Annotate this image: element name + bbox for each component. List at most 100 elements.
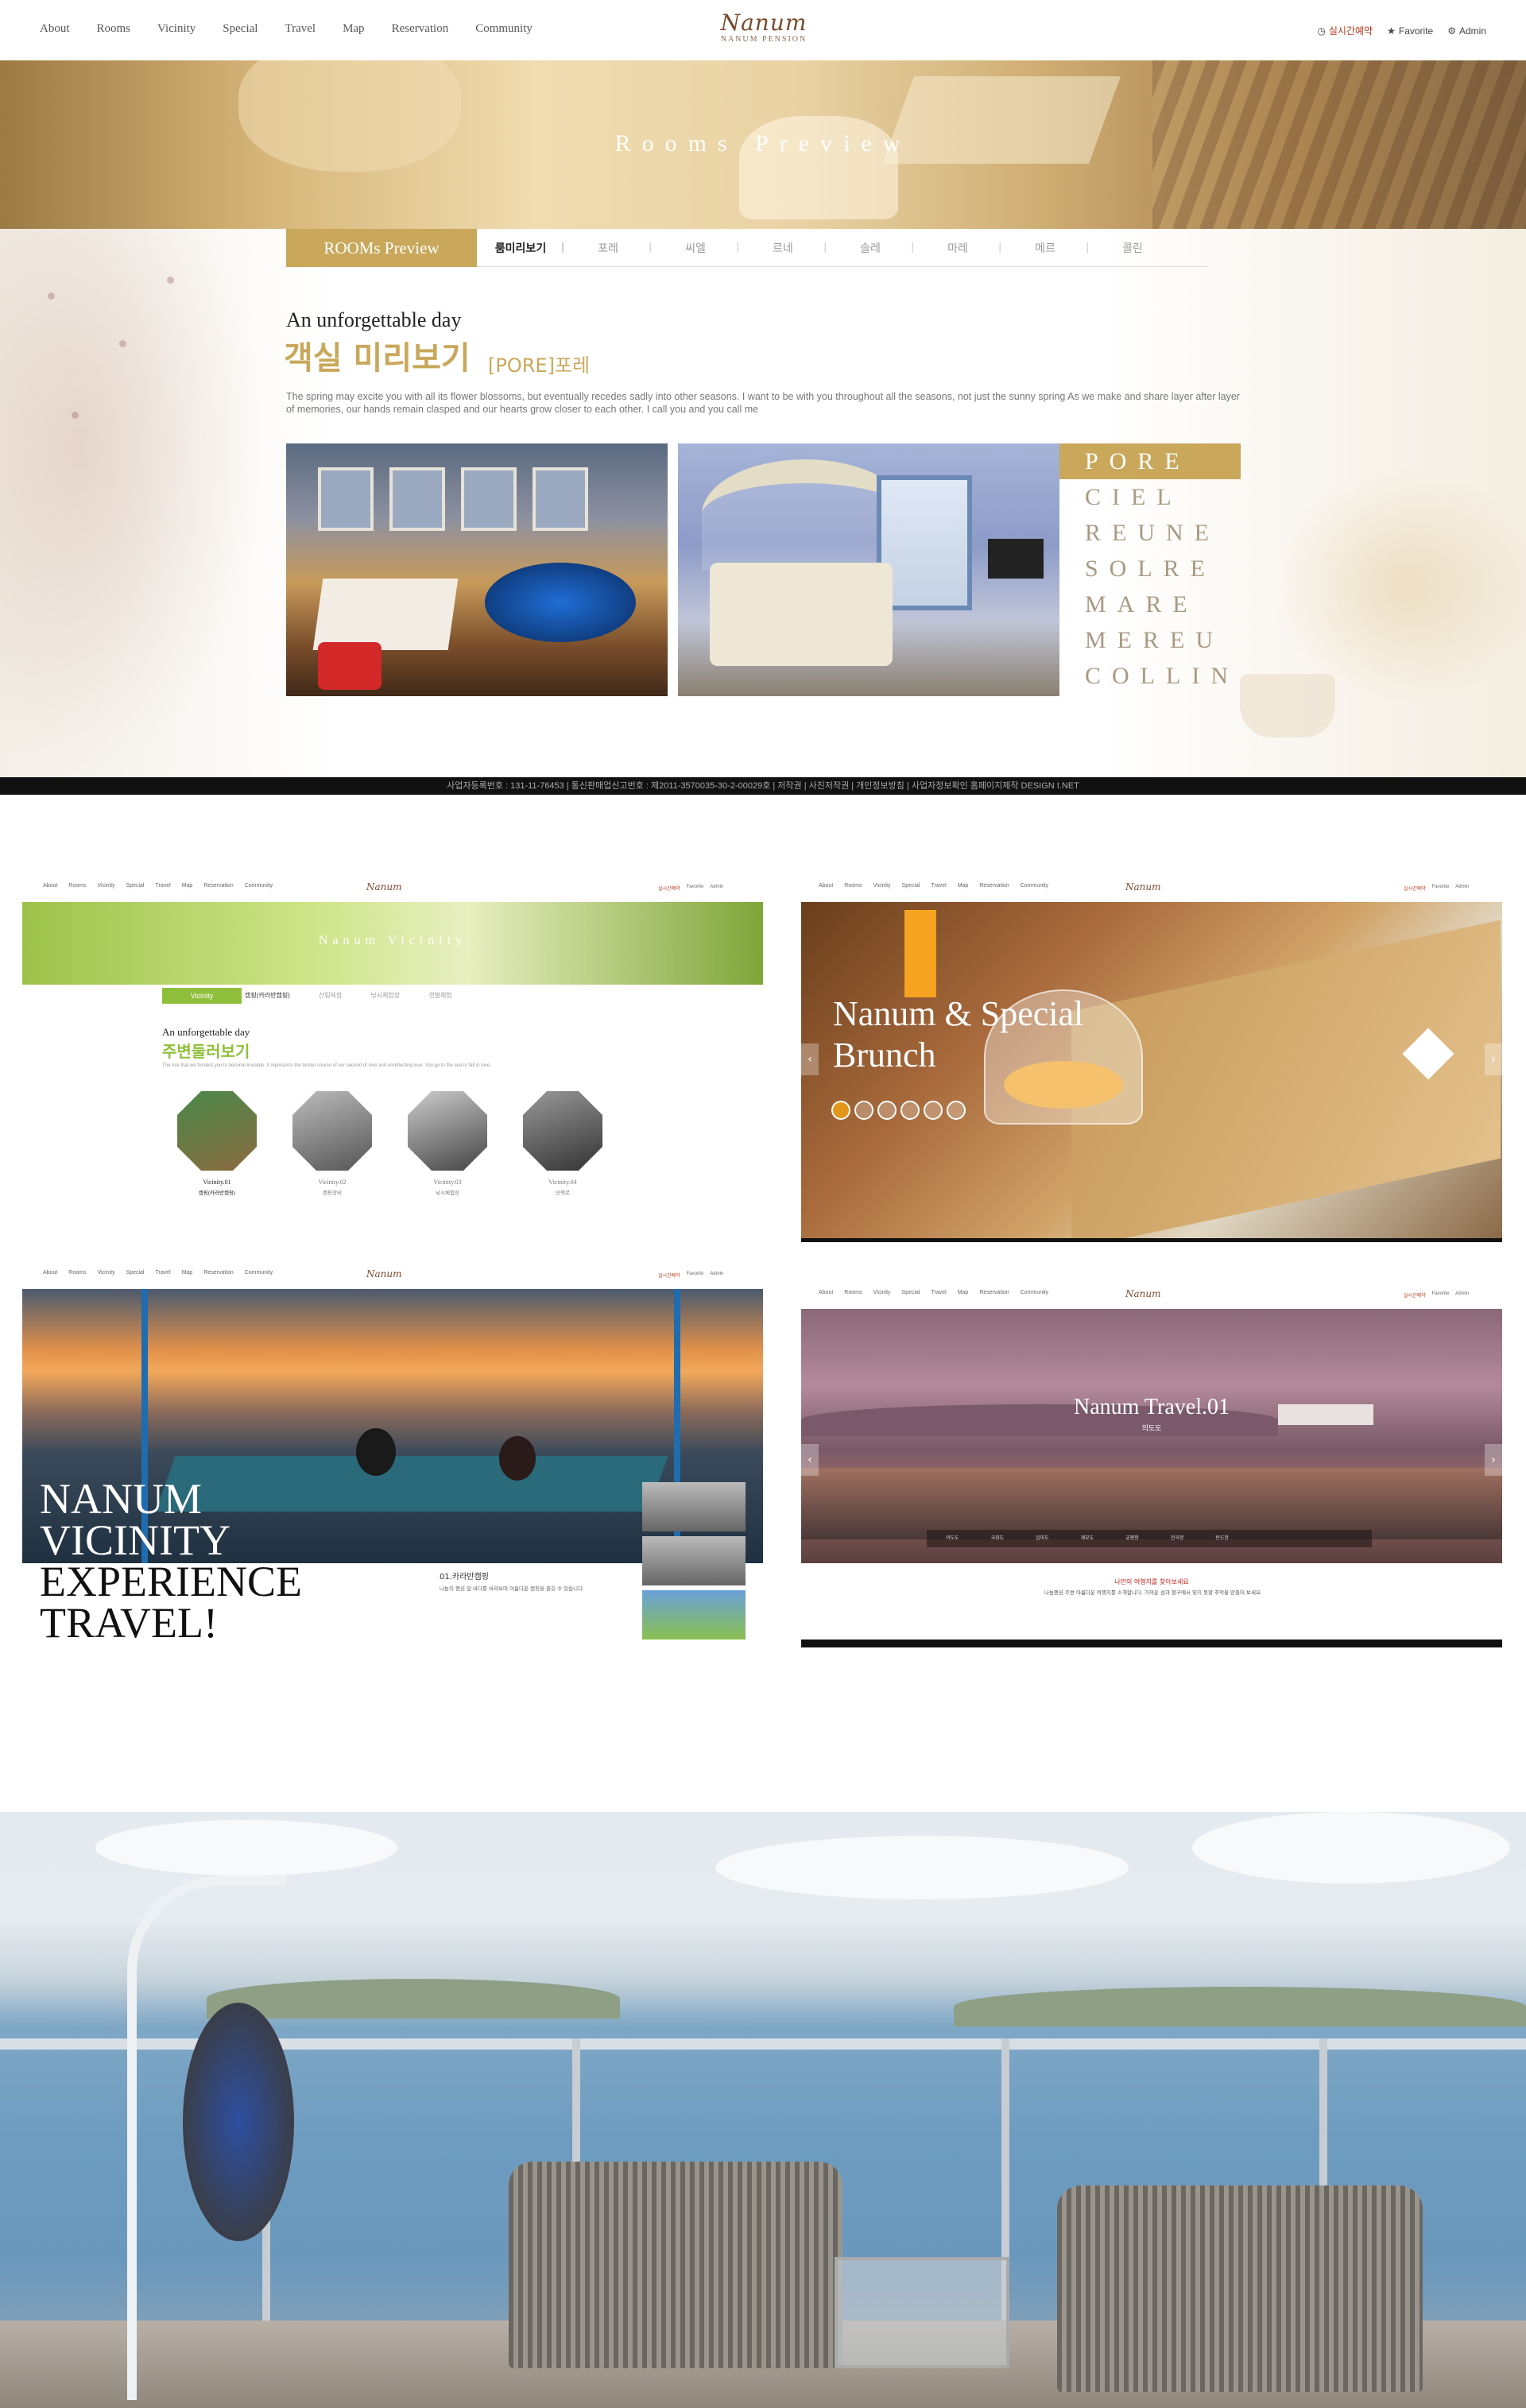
mini-reserve[interactable]: 실시간예약: [658, 885, 680, 892]
room-item-collin[interactable]: COLLIN: [1059, 658, 1241, 694]
mini-nav-item[interactable]: Community: [245, 883, 273, 888]
vicinity-tab[interactable]: Vicinity: [162, 988, 242, 1004]
nav-vicinity[interactable]: Vicinity: [157, 22, 196, 36]
next-arrow-icon[interactable]: ›: [1485, 1444, 1502, 1476]
mini-nav-item[interactable]: Special: [902, 1290, 920, 1295]
room-item-reune[interactable]: REUNE: [1059, 515, 1241, 551]
room-item-mereu[interactable]: MEREU: [1059, 622, 1241, 658]
food-icon[interactable]: [877, 1101, 897, 1120]
mini-nav-item[interactable]: Map: [958, 883, 969, 888]
vicinity-tab-item[interactable]: 산림욕장: [319, 988, 342, 1004]
mini-favorite[interactable]: Favorite: [1432, 1291, 1450, 1299]
food-icon[interactable]: [947, 1101, 966, 1120]
mini-admin[interactable]: Admin: [1455, 885, 1469, 892]
travel-nav-item[interactable]: 전곡항: [1171, 1530, 1184, 1547]
prev-arrow-icon[interactable]: ‹: [801, 1444, 819, 1476]
room-item-ciel[interactable]: CIEL: [1059, 479, 1241, 515]
travel-nav-item[interactable]: 의도도: [946, 1530, 959, 1547]
travel-nav-item[interactable]: 탄도항: [1215, 1530, 1229, 1547]
mini-nav-item[interactable]: Vicinity: [873, 1290, 890, 1295]
tab-collin[interactable]: 콜린: [1089, 240, 1176, 256]
mini-favorite[interactable]: Favorite: [687, 1272, 704, 1279]
mini-nav-item[interactable]: Travel: [931, 883, 947, 888]
mini-nav-item[interactable]: Rooms: [68, 1270, 86, 1276]
travel-nav-item[interactable]: 국화도: [991, 1530, 1005, 1547]
tab-mare[interactable]: 마레: [914, 240, 1001, 256]
tab-ciel[interactable]: 씨엘: [652, 240, 739, 256]
travel-nav-item[interactable]: 제부도: [1081, 1530, 1094, 1547]
mini-nav-item[interactable]: Rooms: [844, 1290, 862, 1295]
favorite-link[interactable]: ★ Favorite: [1387, 24, 1433, 37]
tab-preview[interactable]: 룸미리보기: [477, 240, 564, 256]
nav-travel[interactable]: Travel: [285, 22, 316, 36]
mini-reserve[interactable]: 실시간예약: [1404, 885, 1426, 892]
mini-admin[interactable]: Admin: [710, 1272, 723, 1279]
mini-nav-item[interactable]: Travel: [931, 1290, 947, 1295]
tab-mereu[interactable]: 메르: [1001, 240, 1089, 256]
mini-nav-item[interactable]: About: [43, 1270, 57, 1276]
next-arrow-icon[interactable]: ›: [1485, 1043, 1502, 1075]
mini-nav-item[interactable]: Map: [182, 1270, 193, 1276]
food-icon[interactable]: [900, 1101, 920, 1120]
nav-map[interactable]: Map: [343, 22, 365, 36]
mini-nav-item[interactable]: Community: [1021, 883, 1048, 888]
mini-admin[interactable]: Admin: [710, 885, 723, 892]
mini-nav-item[interactable]: Community: [1021, 1290, 1048, 1295]
food-icon[interactable]: [924, 1101, 943, 1120]
travel-nav-item[interactable]: 입파도: [1036, 1530, 1049, 1547]
mini-reserve[interactable]: 실시간예약: [658, 1272, 680, 1279]
mini-nav-item[interactable]: About: [43, 883, 57, 888]
nav-special[interactable]: Special: [223, 22, 258, 36]
mini-nav-item[interactable]: Reservation: [979, 1290, 1009, 1295]
mini-nav-item[interactable]: Travel: [156, 1270, 171, 1276]
mini-nav-item[interactable]: Vicinity: [97, 883, 114, 888]
nav-community[interactable]: Community: [475, 22, 533, 36]
tab-solre[interactable]: 솔레: [827, 240, 914, 256]
mini-admin[interactable]: Admin: [1455, 1291, 1469, 1299]
mini-nav-item[interactable]: Vicinity: [97, 1270, 114, 1276]
tab-reune[interactable]: 르네: [739, 240, 827, 256]
thumb-image[interactable]: [642, 1536, 746, 1585]
mini-nav-item[interactable]: Community: [245, 1270, 273, 1276]
mini-nav-item[interactable]: Reservation: [979, 883, 1009, 888]
mini-favorite[interactable]: Favorite: [1432, 885, 1450, 892]
room-item-mare[interactable]: MARE: [1059, 587, 1241, 622]
thumb-image[interactable]: [642, 1590, 746, 1640]
mini-nav-item[interactable]: Special: [126, 883, 145, 888]
vicinity-tab-item[interactable]: 갯벌체험: [428, 988, 451, 1004]
food-icon[interactable]: [854, 1101, 873, 1120]
mini-nav-item[interactable]: Map: [958, 1290, 969, 1295]
rooms-preview-tab[interactable]: ROOMs Preview: [286, 229, 477, 267]
room-photo-bedroom[interactable]: [678, 443, 1059, 696]
mini-nav-item[interactable]: About: [819, 1290, 833, 1295]
mini-nav-item[interactable]: Reservation: [203, 1270, 233, 1276]
mini-nav-item[interactable]: Special: [126, 1270, 145, 1276]
tab-pore[interactable]: 포레: [564, 240, 652, 256]
vicinity-tab-item[interactable]: 캠핑(카라반캠핑): [245, 988, 290, 1004]
room-photo-jacuzzi[interactable]: [286, 443, 668, 696]
mini-nav-item[interactable]: About: [819, 883, 833, 888]
thumb-image[interactable]: [642, 1482, 746, 1531]
room-item-solre[interactable]: SOLRE: [1059, 551, 1241, 587]
nav-rooms[interactable]: Rooms: [97, 22, 131, 36]
mini-nav-item[interactable]: Vicinity: [873, 883, 890, 888]
mini-nav-item[interactable]: Special: [902, 883, 920, 888]
vicinity-thumb[interactable]: [292, 1091, 372, 1171]
mini-nav-item[interactable]: Rooms: [68, 883, 86, 888]
nav-reservation[interactable]: Reservation: [392, 22, 449, 36]
prev-arrow-icon[interactable]: ‹: [801, 1043, 819, 1075]
admin-link[interactable]: ⚙ Admin: [1447, 24, 1486, 37]
travel-nav-item[interactable]: 궁평항: [1125, 1530, 1139, 1547]
mini-nav-item[interactable]: Map: [182, 883, 193, 888]
vicinity-thumb[interactable]: [177, 1091, 257, 1171]
mini-nav-item[interactable]: Travel: [156, 883, 171, 888]
food-icon[interactable]: [831, 1101, 850, 1120]
vicinity-tab-item[interactable]: 낚시체험장: [370, 988, 400, 1004]
mini-nav-item[interactable]: Reservation: [203, 883, 233, 888]
reserve-link[interactable]: ◷ 실시간예약: [1317, 24, 1373, 37]
mini-favorite[interactable]: Favorite: [687, 885, 704, 892]
mini-reserve[interactable]: 실시간예약: [1404, 1291, 1426, 1299]
site-logo[interactable]: Nanum NANUM PENSION: [712, 11, 815, 45]
mini-nav-item[interactable]: Rooms: [844, 883, 862, 888]
room-item-pore[interactable]: PORE: [1059, 443, 1241, 479]
